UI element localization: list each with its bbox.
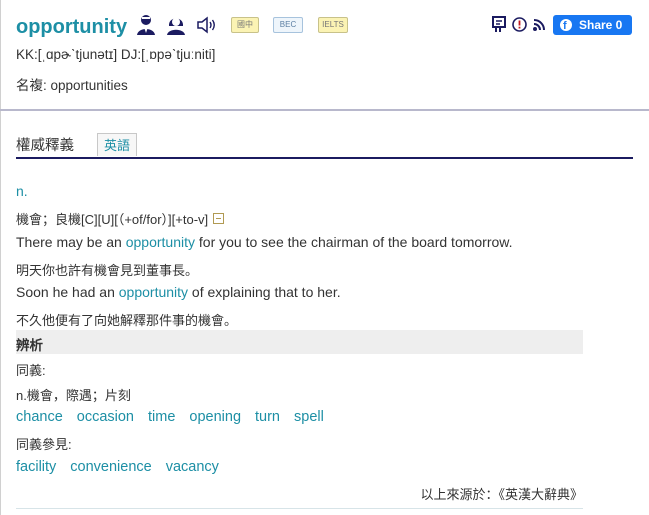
pronunciation: KK:[ˌɑpɚˋtjunətɪ] DJ:[ˌɒpəˋtjuːniti] — [16, 47, 215, 62]
synonym-label: 同義: — [16, 363, 46, 378]
see-also-list: facility convenience vacancy — [16, 459, 233, 475]
tab-english[interactable]: 英語 — [97, 133, 137, 156]
pronunciation-dj: DJ:[ˌɒpəˋtjuːniti] — [120, 47, 216, 62]
sense-text: 機會；良機[C][U][（+of/for）][+to-v] — [16, 212, 209, 227]
example-text: Soon he had an — [16, 284, 119, 300]
section-divider — [16, 508, 583, 509]
header-divider — [0, 109, 649, 111]
section-bar-analysis: 辨析 — [16, 330, 583, 354]
see-also-link[interactable]: vacancy — [166, 459, 219, 475]
plural-form: 名複: opportunities — [16, 78, 128, 93]
report-icon[interactable] — [512, 17, 527, 37]
see-also-link[interactable]: convenience — [70, 459, 151, 475]
section-title: 辨析 — [16, 338, 43, 353]
synonym-link[interactable]: time — [148, 409, 175, 425]
part-of-speech: n. — [16, 183, 28, 199]
sense-line: 機會；良機[C][U][（+of/for）][+to-v] — [16, 209, 225, 228]
example-text: for you to see the chairman of the board… — [195, 234, 513, 250]
level-badge-bec[interactable]: BEC — [273, 17, 303, 33]
collapse-icon[interactable] — [213, 213, 225, 224]
level-badge-junior-high[interactable]: 國中 — [231, 17, 259, 33]
synonym-link[interactable]: spell — [294, 409, 324, 425]
male-speaker-icon[interactable] — [136, 14, 156, 41]
source-attribution: 以上來源於：《英漢大辭典》 — [420, 487, 583, 502]
example-keyword: opportunity — [125, 234, 196, 250]
entry-header: opportunity 國中 BEC IELTS f Share 0 — [16, 10, 636, 44]
tab-underline — [16, 157, 633, 159]
level-badge-ielts[interactable]: IELTS — [318, 17, 348, 33]
synonym-link[interactable]: chance — [16, 409, 63, 425]
synonym-link[interactable]: turn — [255, 409, 280, 425]
pronunciation-kk: KK:[ˌɑpɚˋtjunətɪ] — [16, 47, 118, 62]
synonym-list: chance occasion time opening turn spell — [16, 409, 338, 425]
share-label: Share 0 — [579, 18, 623, 32]
synonym-link[interactable]: occasion — [77, 409, 134, 425]
speaker-icon[interactable] — [196, 16, 218, 39]
tab-authoritative-definitions[interactable]: 權威釋義 — [16, 134, 74, 155]
see-also-label: 同義參見: — [16, 437, 72, 452]
headword: opportunity — [16, 16, 128, 38]
page-border — [0, 0, 1, 515]
example-sentence: Soon he had an opportunity of explaining… — [16, 284, 341, 300]
facebook-icon — [560, 16, 572, 36]
example-sentence: There may be an opportunity for you to s… — [16, 234, 513, 250]
female-speaker-icon[interactable] — [166, 14, 186, 41]
example-translation: 不久他便有了向她解釋那件事的機會。 — [16, 313, 238, 328]
facebook-share-button[interactable]: Share 0 — [553, 15, 632, 36]
example-translation: 明天你也許有機會見到董事長。 — [16, 263, 199, 278]
example-text: There may be an — [16, 234, 126, 250]
rss-icon[interactable] — [533, 18, 546, 36]
synonym-sense: n.機會，際遇；片刻 — [16, 388, 131, 403]
example-text: of explaining that to her. — [188, 284, 341, 300]
flashcard-icon[interactable] — [490, 15, 508, 38]
example-keyword: opportunity — [118, 284, 189, 300]
synonym-link[interactable]: opening — [189, 409, 241, 425]
see-also-link[interactable]: facility — [16, 459, 56, 475]
